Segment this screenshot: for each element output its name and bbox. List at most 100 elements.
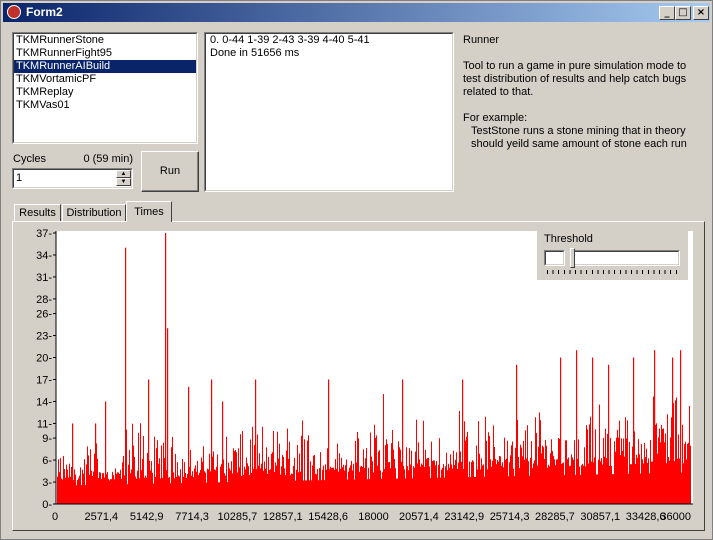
time-bar-base bbox=[145, 483, 146, 504]
time-bar-base bbox=[124, 484, 125, 504]
threshold-value[interactable] bbox=[545, 251, 564, 265]
time-bar-base bbox=[376, 479, 377, 504]
runner-list-item[interactable]: TKMRunnerStone bbox=[14, 34, 196, 47]
run-button[interactable]: Run bbox=[141, 151, 199, 192]
time-bar-base bbox=[411, 478, 412, 504]
time-bar-base bbox=[301, 480, 302, 504]
runner-listbox[interactable]: TKMRunnerStone TKMRunnerFight95 TKMRunnerA… bbox=[12, 32, 198, 144]
threshold-slider-track[interactable] bbox=[570, 250, 680, 266]
cycles-spin-edit[interactable]: 1 ▲ ▼ bbox=[12, 168, 133, 189]
description-body: Tool to run a game in pure simulation mo… bbox=[463, 60, 687, 98]
time-bar-base bbox=[585, 474, 586, 504]
time-bar-base bbox=[414, 478, 415, 504]
time-bar-base bbox=[337, 479, 338, 504]
time-bar-base bbox=[578, 474, 579, 504]
spin-down-button[interactable]: ▼ bbox=[116, 178, 131, 186]
time-bar-base bbox=[332, 479, 333, 504]
time-bar-base bbox=[302, 480, 303, 504]
time-bar-base bbox=[159, 483, 160, 504]
time-bar-base bbox=[383, 478, 384, 504]
threshold-value-field[interactable] bbox=[544, 250, 565, 266]
time-bar-base bbox=[631, 473, 632, 504]
log-line: Done in 51656 ms bbox=[210, 47, 300, 59]
runner-list-item[interactable]: TKMReplay bbox=[14, 86, 196, 99]
x-tick-label: 0 bbox=[52, 511, 58, 523]
time-bar-base bbox=[98, 484, 99, 504]
runner-list-item[interactable]: TKMRunnerAIBuild bbox=[14, 60, 196, 73]
time-bar-base bbox=[447, 477, 448, 504]
time-bar-base bbox=[269, 481, 270, 504]
time-bar-base bbox=[469, 477, 470, 504]
time-bar-base bbox=[399, 478, 400, 504]
time-bar-base bbox=[481, 476, 482, 504]
time-bar-base bbox=[407, 478, 408, 504]
time-bar-base bbox=[669, 472, 670, 504]
time-bar-base bbox=[621, 473, 622, 504]
log-memo[interactable]: 0. 0-44 1-39 2-43 3-39 4-40 5-41 Done in … bbox=[204, 32, 454, 192]
y-tick-label: 17- bbox=[36, 374, 52, 386]
maximize-icon: □ bbox=[678, 7, 688, 18]
time-bar-base bbox=[88, 485, 89, 504]
cycles-label: Cycles bbox=[13, 153, 47, 165]
time-bar-base bbox=[379, 478, 380, 504]
time-bar-base bbox=[346, 479, 347, 504]
time-bar-base bbox=[132, 484, 133, 504]
time-bar-base bbox=[549, 475, 550, 504]
time-bar-base bbox=[242, 481, 243, 504]
time-bar-base bbox=[528, 475, 529, 504]
tab-times[interactable]: Times bbox=[126, 201, 172, 222]
time-bar-base bbox=[389, 478, 390, 504]
runner-list-item[interactable]: TKMVortamicPF bbox=[14, 73, 196, 86]
time-bar-base bbox=[371, 479, 372, 504]
time-bar-base bbox=[522, 476, 523, 504]
time-bar-base bbox=[123, 484, 124, 504]
tab-results[interactable]: Results bbox=[14, 204, 61, 222]
time-bar-base bbox=[619, 474, 620, 504]
time-bar-base bbox=[199, 482, 200, 504]
maximize-button[interactable]: □ bbox=[675, 6, 691, 20]
time-bar-base bbox=[122, 484, 123, 504]
time-bar-base bbox=[277, 481, 278, 504]
time-bar-base bbox=[249, 481, 250, 504]
threshold-slider-thumb[interactable] bbox=[570, 248, 575, 268]
time-bar-base bbox=[507, 476, 508, 504]
time-bar-base bbox=[171, 483, 172, 504]
time-bar-base bbox=[324, 480, 325, 504]
tab-distribution[interactable]: Distribution bbox=[62, 204, 126, 222]
time-bar-base bbox=[84, 485, 85, 504]
time-bar-base bbox=[525, 475, 526, 504]
time-bar-base bbox=[645, 473, 646, 504]
time-bar-base bbox=[136, 484, 137, 504]
time-bar-base bbox=[595, 474, 596, 504]
time-bar-base bbox=[64, 485, 65, 504]
time-bar-base bbox=[635, 473, 636, 504]
time-bar-base bbox=[91, 484, 92, 504]
time-bar-base bbox=[365, 479, 366, 504]
time-bar-base bbox=[547, 475, 548, 504]
time-bar-base bbox=[181, 483, 182, 504]
time-bar-base bbox=[446, 477, 447, 504]
cycles-value[interactable]: 1 bbox=[16, 172, 22, 184]
time-bar-base bbox=[508, 476, 509, 504]
time-bar-base bbox=[464, 477, 465, 504]
close-button[interactable]: × bbox=[693, 6, 709, 20]
x-tick-label: 18000 bbox=[358, 511, 389, 523]
time-bar-base bbox=[423, 478, 424, 504]
time-bar-base bbox=[539, 475, 540, 504]
time-bar-base bbox=[162, 483, 163, 504]
time-bar-base bbox=[514, 476, 515, 504]
spin-up-button[interactable]: ▲ bbox=[116, 170, 131, 178]
time-bar-base bbox=[254, 481, 255, 504]
runner-list-item[interactable]: TKMRunnerFight95 bbox=[14, 47, 196, 60]
minimize-button[interactable]: _ bbox=[659, 6, 675, 20]
title-bar[interactable]: Form2 _ □ × bbox=[3, 3, 710, 22]
runner-list-item[interactable]: TKMVas01 bbox=[14, 99, 196, 112]
time-bar-base bbox=[289, 480, 290, 504]
time-bar-base bbox=[387, 478, 388, 504]
time-bar-base bbox=[251, 481, 252, 504]
time-bar-base bbox=[60, 485, 61, 504]
time-bar-base bbox=[285, 480, 286, 504]
time-bar-base bbox=[351, 479, 352, 504]
time-bar-base bbox=[436, 477, 437, 504]
cycles-spin-field: 1 ▲ ▼ bbox=[13, 169, 132, 188]
